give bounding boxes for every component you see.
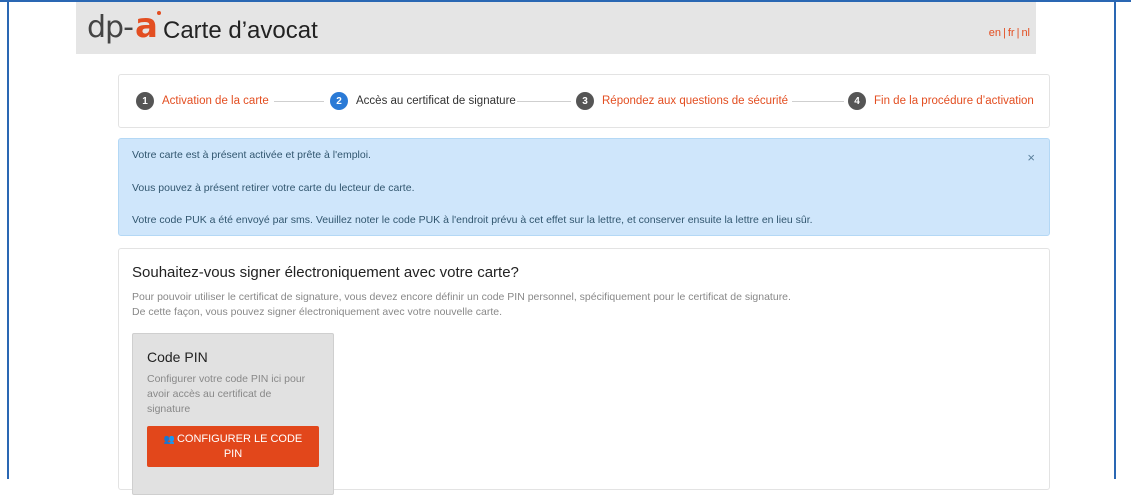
lang-en-link[interactable]: en bbox=[989, 27, 1001, 39]
logo-dp-text: dp- bbox=[87, 10, 134, 45]
app-title: Carte d’avocat bbox=[163, 17, 318, 44]
step-label: Fin de la procédure d’activation bbox=[874, 95, 1034, 107]
window-frame-right bbox=[1114, 0, 1116, 479]
close-icon[interactable]: × bbox=[1027, 150, 1035, 165]
signature-panel: Souhaitez-vous signer électroniquement a… bbox=[118, 248, 1050, 495]
logo-dot bbox=[157, 11, 161, 15]
step-4[interactable]: 4 Fin de la procédure d’activation bbox=[848, 92, 1034, 110]
lang-separator: | bbox=[1016, 27, 1020, 39]
pin-card-description: Configurer votre code PIN ici pour avoir… bbox=[147, 373, 306, 415]
configure-pin-label: CONFIGURER LE CODE PIN bbox=[176, 432, 303, 460]
configure-pin-button[interactable]: 👥 CONFIGURER LE CODE PIN bbox=[147, 426, 319, 467]
step-connector bbox=[792, 101, 844, 102]
activation-stepper: 1 Activation de la carte 2 Accès au cert… bbox=[118, 74, 1050, 128]
lang-nl-link[interactable]: nl bbox=[1021, 27, 1030, 39]
step-connector bbox=[517, 101, 571, 102]
activation-success-alert: Votre carte est à présent activée et prê… bbox=[118, 138, 1050, 236]
signature-description: Pour pouvoir utiliser le certificat de s… bbox=[132, 291, 791, 303]
step-connector bbox=[274, 101, 324, 102]
step-1[interactable]: 1 Activation de la carte bbox=[136, 92, 269, 110]
lang-fr-link[interactable]: fr bbox=[1008, 27, 1015, 39]
alert-line-activated: Votre carte est à présent activée et prê… bbox=[132, 149, 371, 161]
window-frame-left bbox=[7, 0, 9, 479]
signature-description: De cette façon, vous pouvez signer élect… bbox=[132, 306, 503, 318]
lang-separator: | bbox=[1002, 27, 1006, 39]
step-number-badge: 4 bbox=[848, 92, 866, 110]
step-number-badge: 3 bbox=[576, 92, 594, 110]
language-switcher: en | fr | nl bbox=[989, 27, 1030, 39]
step-label: Répondez aux questions de sécurité bbox=[602, 95, 789, 107]
alert-line-puk: Votre code PUK a été envoyé par sms. Veu… bbox=[132, 214, 813, 226]
header: dp- a Carte d’avocat en | fr | nl bbox=[76, 2, 1036, 54]
logo-a-text: a bbox=[135, 6, 158, 46]
pin-code-card: Code PIN Configurer votre code PIN ici p… bbox=[132, 333, 334, 495]
step-2[interactable]: 2 Accès au certificat de signature bbox=[330, 92, 516, 110]
step-number-badge: 1 bbox=[136, 92, 154, 110]
users-icon: 👥 bbox=[163, 433, 175, 444]
step-number-badge: 2 bbox=[330, 92, 348, 110]
step-label: Accès au certificat de signature bbox=[356, 95, 516, 107]
step-3[interactable]: 3 Répondez aux questions de sécurité bbox=[576, 92, 788, 110]
step-label: Activation de la carte bbox=[162, 95, 269, 107]
pin-card-title: Code PIN bbox=[147, 349, 208, 365]
signature-question-title: Souhaitez-vous signer électroniquement a… bbox=[132, 264, 519, 281]
alert-line-remove-card: Vous pouvez à présent retirer votre cart… bbox=[132, 182, 415, 194]
